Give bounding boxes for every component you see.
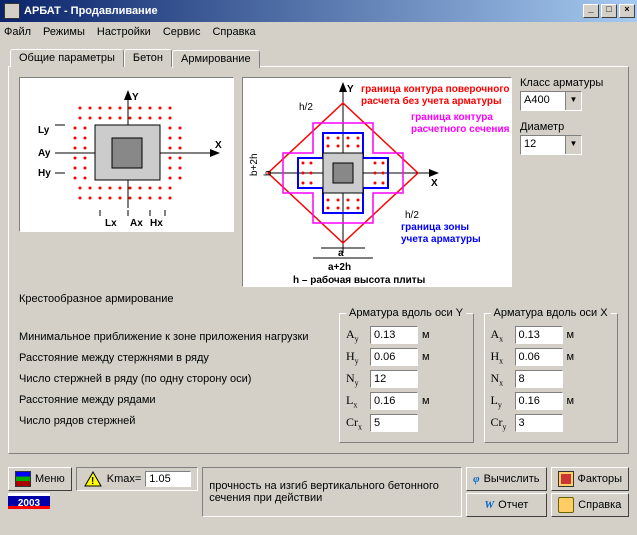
w-icon: W	[484, 499, 494, 511]
svg-text:учета арматуры: учета арматуры	[401, 234, 481, 245]
input-Hy[interactable]	[370, 348, 418, 366]
warning-icon: !	[83, 470, 103, 488]
menu-bar: Файл Режимы Настройки Сервис Справка	[0, 22, 637, 41]
svg-text:Lx: Lx	[105, 218, 117, 229]
svg-text:Ax: Ax	[130, 218, 143, 229]
diameter-label: Диаметр	[520, 121, 615, 133]
kmax-panel: ! Kmax=	[76, 467, 199, 491]
window-title: АРБАТ - Продавливание	[24, 5, 581, 17]
reinforcement-caption: Крестообразное армирование	[19, 293, 618, 305]
status-message: прочность на изгиб вертикального бетонно…	[202, 467, 462, 517]
input-Ny[interactable]	[370, 370, 418, 388]
factors-icon	[558, 471, 574, 487]
param-label-rowcount: Число рядов стержней	[19, 415, 329, 427]
chevron-down-icon: ▼	[565, 136, 581, 154]
param-label-approach: Минимальное приближение к зоне приложени…	[19, 331, 329, 343]
group-x: Арматура вдоль оси X Axм Hxм Nx Lyм Cry	[484, 313, 619, 443]
svg-text:X: X	[431, 178, 438, 189]
input-Ay[interactable]	[370, 326, 418, 344]
menu-settings[interactable]: Настройки	[97, 26, 151, 38]
svg-text:граница зоны: граница зоны	[401, 222, 469, 233]
svg-text:!: !	[91, 476, 94, 487]
input-Nx[interactable]	[515, 370, 563, 388]
app-icon	[4, 3, 20, 19]
menu-help[interactable]: Справка	[212, 26, 255, 38]
help-button[interactable]: Справка	[551, 493, 629, 517]
book-icon	[558, 497, 574, 513]
svg-text:граница контура: граница контура	[411, 112, 493, 123]
tab-reinforcement[interactable]: Армирование	[172, 50, 260, 68]
rebar-class-label: Класс арматуры	[520, 77, 615, 89]
svg-text:Hy: Hy	[38, 168, 51, 179]
rebar-class-select[interactable]: A400 ▼	[520, 91, 582, 111]
tab-concrete[interactable]: Бетон	[124, 49, 172, 67]
calc-button[interactable]: φ Вычислить	[466, 467, 546, 491]
diameter-select[interactable]: 12 ▼	[520, 135, 582, 155]
input-Ly[interactable]	[515, 392, 563, 410]
menu-button[interactable]: Меню	[8, 467, 72, 491]
svg-text:расчета без учета арматуры: расчета без учета арматуры	[361, 95, 502, 107]
minimize-button[interactable]: _	[583, 4, 599, 18]
diagram-left: Y X	[19, 77, 234, 232]
diagram-right: Y X	[242, 77, 512, 287]
svg-text:Ay: Ay	[38, 148, 51, 159]
menu-modes[interactable]: Режимы	[43, 26, 85, 38]
report-button[interactable]: W Отчет	[466, 493, 546, 517]
close-button[interactable]: ×	[619, 4, 635, 18]
svg-text:расчетного сечения: расчетного сечения	[411, 124, 510, 135]
param-label-spacing: Расстояние между стержнями в ряду	[19, 352, 329, 364]
svg-text:b+2h: b+2h	[249, 153, 260, 176]
svg-text:X: X	[215, 140, 222, 151]
factors-button[interactable]: Факторы	[551, 467, 629, 491]
svg-text:h/2: h/2	[299, 102, 313, 113]
svg-text:Y: Y	[347, 84, 354, 95]
maximize-button[interactable]: □	[601, 4, 617, 18]
kmax-value[interactable]	[145, 471, 191, 487]
input-Lx[interactable]	[370, 392, 418, 410]
input-Cry[interactable]	[515, 414, 563, 432]
menu-service[interactable]: Сервис	[163, 26, 201, 38]
menu-icon	[15, 471, 31, 487]
group-y: Арматура вдоль оси Y Ayм Hyм Ny Lxм Crx	[339, 313, 474, 443]
year-badge: 2003	[8, 493, 50, 509]
input-Crx[interactable]	[370, 414, 418, 432]
param-label-rowspace: Расстояние между рядами	[19, 394, 329, 406]
tab-general[interactable]: Общие параметры	[10, 49, 124, 67]
param-label-count: Число стержней в ряду (по одну сторону о…	[19, 373, 329, 385]
svg-text:a: a	[338, 248, 344, 259]
menu-file[interactable]: Файл	[4, 26, 31, 38]
svg-text:b: b	[263, 170, 274, 176]
svg-text:Ly: Ly	[38, 125, 50, 136]
svg-text:Y: Y	[132, 92, 139, 103]
svg-text:h/2: h/2	[405, 210, 419, 221]
svg-text:a+2h: a+2h	[328, 262, 351, 273]
input-Ax[interactable]	[515, 326, 563, 344]
input-Hx[interactable]	[515, 348, 563, 366]
svg-text:Hx: Hx	[150, 218, 163, 229]
chevron-down-icon: ▼	[565, 92, 581, 110]
svg-text:h – рабочая высота плиты: h – рабочая высота плиты	[293, 274, 425, 286]
svg-text:граница контура поверочного: граница контура поверочного	[361, 84, 509, 95]
phi-icon: φ	[473, 473, 479, 485]
